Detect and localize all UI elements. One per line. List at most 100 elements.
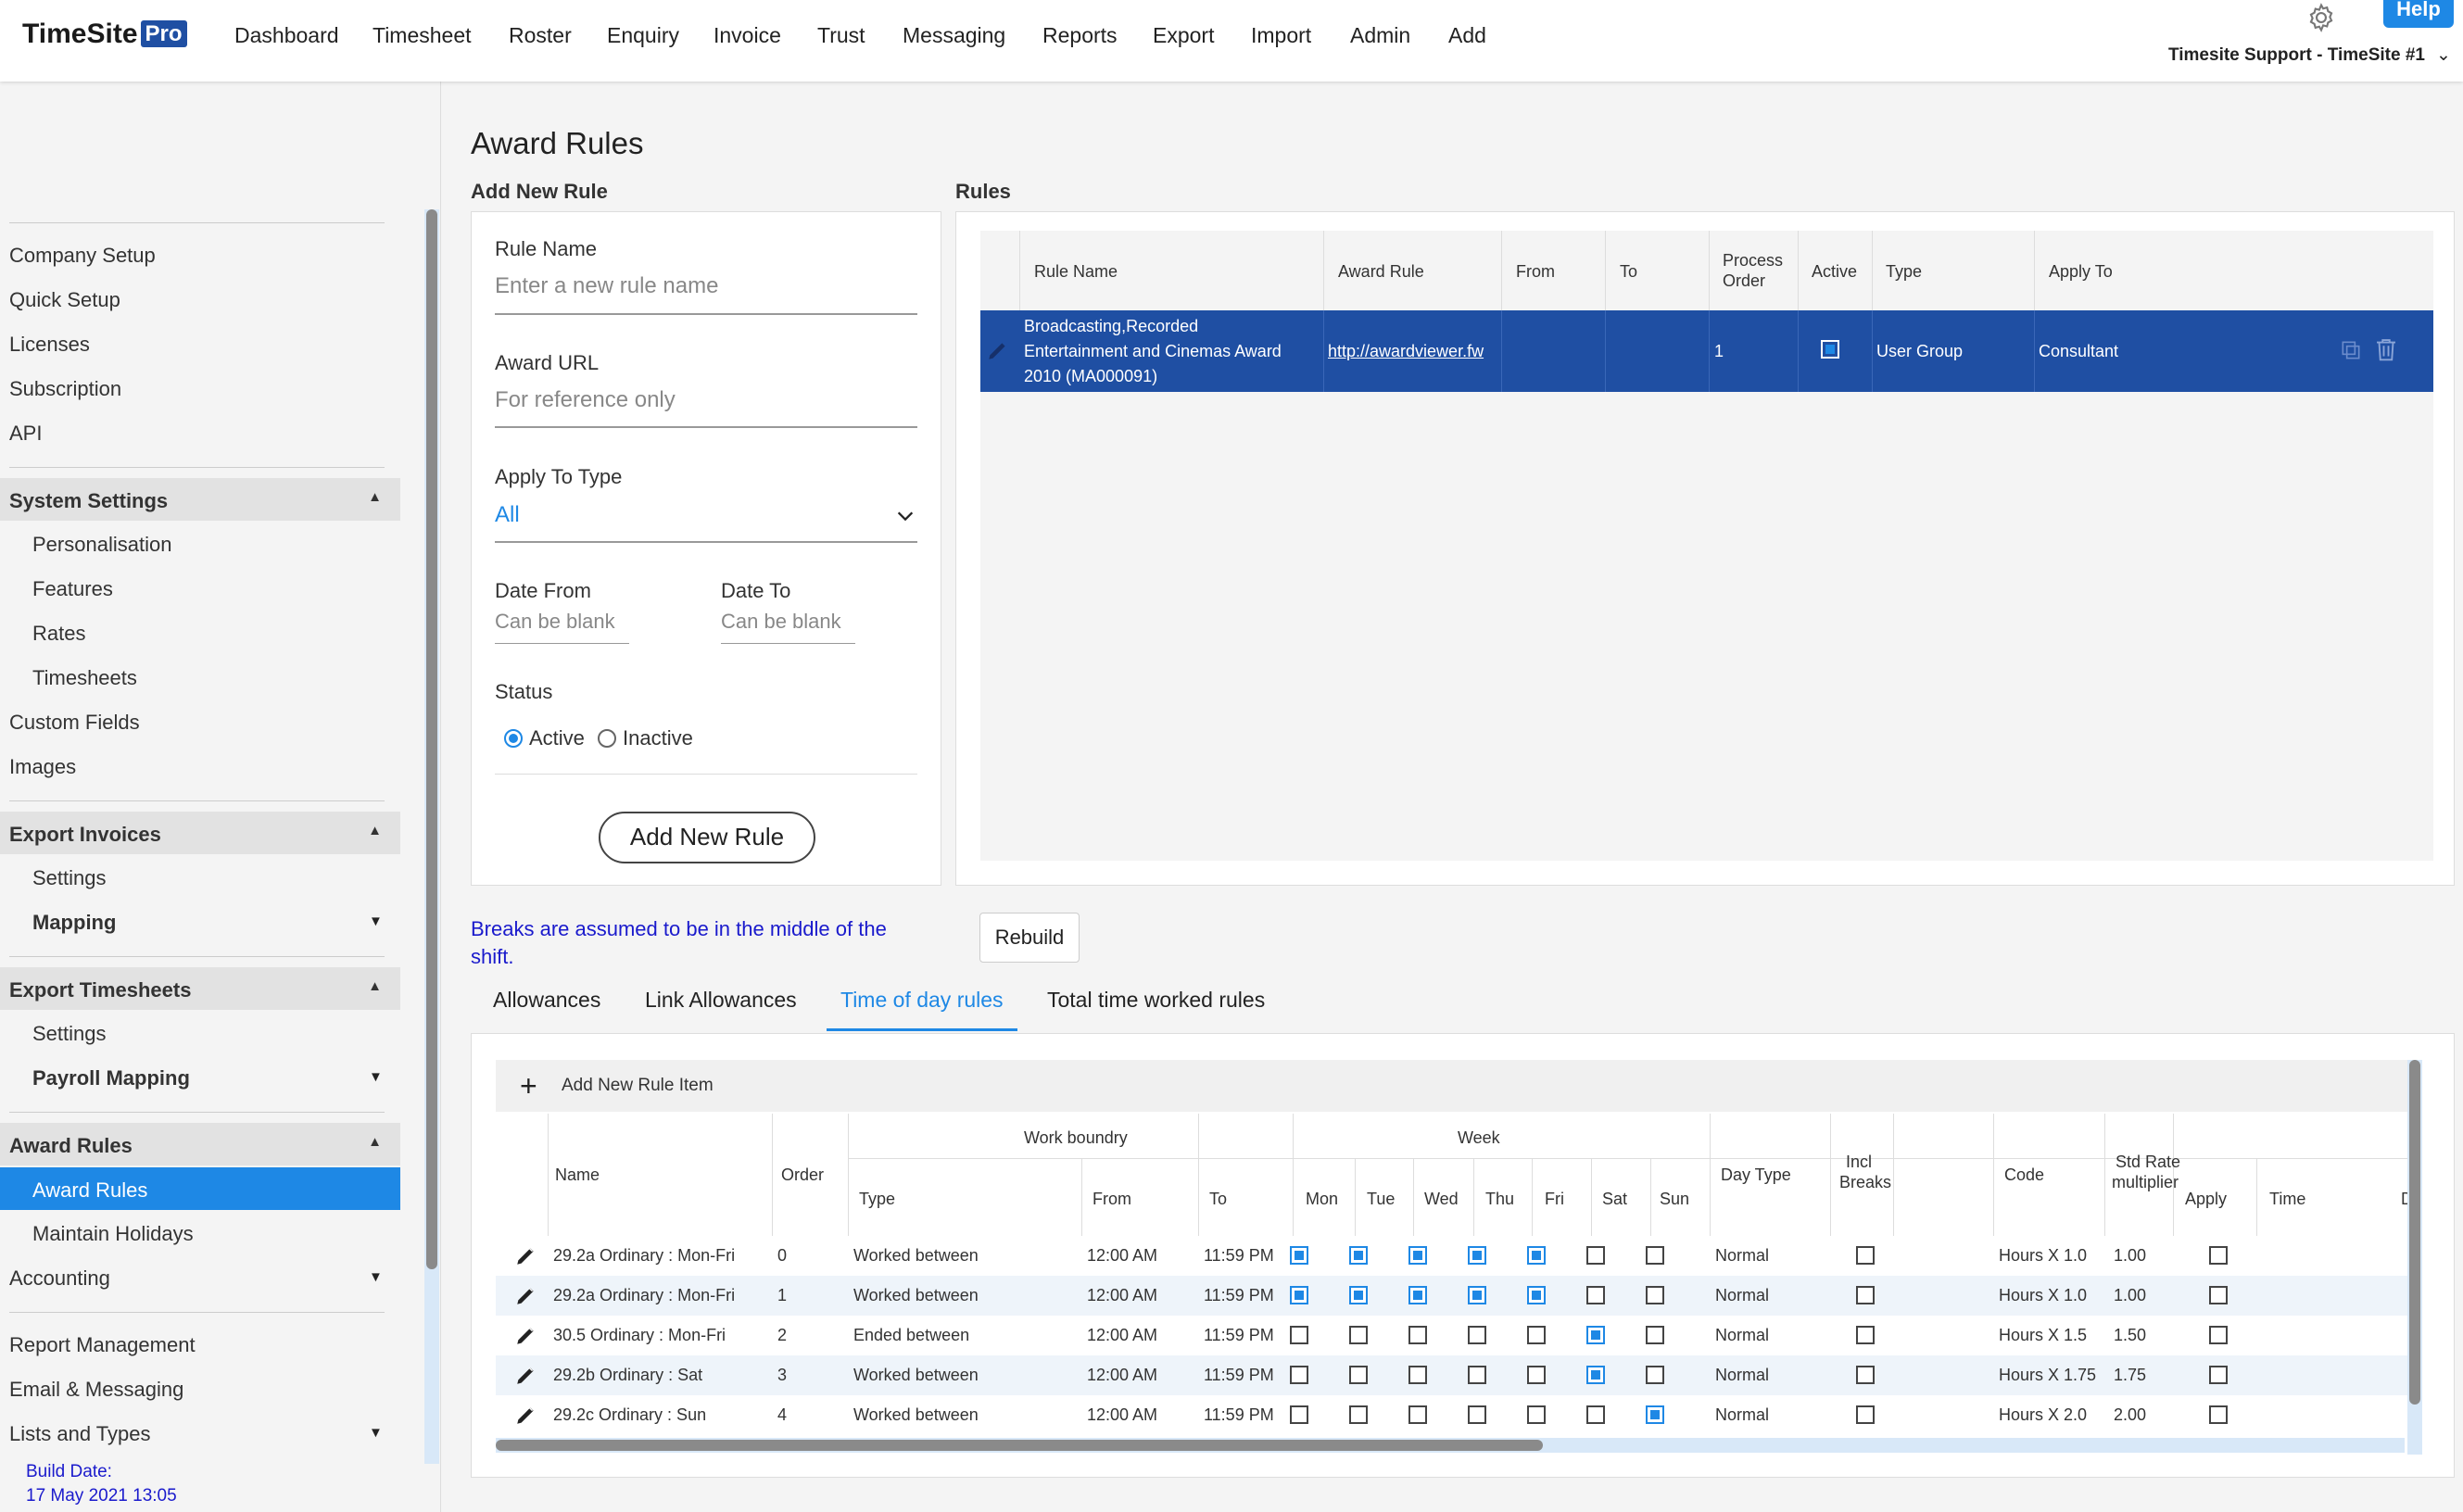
incl-breaks-checkbox[interactable]	[1856, 1286, 1875, 1304]
day-checkbox-thu[interactable]	[1468, 1246, 1486, 1265]
sidebar-item-features[interactable]: Features	[32, 577, 113, 601]
apply-checkbox[interactable]	[2209, 1246, 2228, 1265]
pencil-icon[interactable]	[986, 338, 1010, 362]
active-checkbox[interactable]	[1821, 340, 1839, 359]
sidebar-item-mapping[interactable]: Mapping	[32, 911, 116, 935]
active-radio[interactable]	[504, 729, 523, 748]
help-button[interactable]: Help	[2383, 0, 2454, 28]
day-checkbox-fri[interactable]	[1527, 1366, 1546, 1384]
col-type[interactable]: Type	[859, 1190, 895, 1209]
col-fri[interactable]: Fri	[1545, 1190, 1564, 1209]
logo[interactable]: TimeSite Pro	[22, 19, 187, 50]
day-checkbox-sat[interactable]	[1586, 1405, 1605, 1424]
day-checkbox-sat[interactable]	[1586, 1326, 1605, 1344]
date-from-input[interactable]: Can be blank	[495, 610, 615, 634]
col-wed[interactable]: Wed	[1424, 1190, 1459, 1209]
sidebar-item-api[interactable]: API	[9, 422, 42, 446]
apply-checkbox[interactable]	[2209, 1326, 2228, 1344]
sidebar-item-timesheet-settings[interactable]: Settings	[32, 1022, 107, 1046]
sidebar-item-images[interactable]: Images	[9, 755, 76, 779]
nav-timesheet[interactable]: Timesheet	[373, 23, 472, 48]
caret-down-icon[interactable]: ▼	[369, 1425, 383, 1441]
nav-invoice[interactable]: Invoice	[714, 23, 781, 48]
sidebar-item-invoice-settings[interactable]: Settings	[32, 866, 107, 890]
sidebar-item-rates[interactable]: Rates	[32, 622, 85, 646]
col-type[interactable]: Type	[1886, 262, 1922, 282]
nav-reports[interactable]: Reports	[1042, 23, 1118, 48]
day-checkbox-sun[interactable]	[1646, 1405, 1664, 1424]
col-rule-name[interactable]: Rule Name	[1034, 262, 1118, 282]
col-from[interactable]: From	[1516, 262, 1555, 282]
day-checkbox-thu[interactable]	[1468, 1366, 1486, 1384]
day-checkbox-mon[interactable]	[1290, 1405, 1308, 1424]
apply-checkbox[interactable]	[2209, 1366, 2228, 1384]
pencil-icon[interactable]	[514, 1323, 538, 1347]
day-checkbox-sat[interactable]	[1586, 1246, 1605, 1265]
sidebar-item-maintain-holidays[interactable]: Maintain Holidays	[32, 1222, 194, 1246]
col-active[interactable]: Active	[1812, 262, 1857, 282]
rule-name-input[interactable]: Enter a new rule name	[495, 273, 718, 299]
day-checkbox-fri[interactable]	[1527, 1286, 1546, 1304]
sidebar-item-accounting[interactable]: Accounting	[9, 1266, 110, 1291]
day-checkbox-tue[interactable]	[1349, 1366, 1368, 1384]
col-from[interactable]: From	[1093, 1190, 1131, 1209]
add-new-rule-button[interactable]: Add New Rule	[599, 812, 815, 863]
col-day-type[interactable]: Day Type	[1721, 1166, 1791, 1185]
pencil-icon[interactable]	[514, 1403, 538, 1427]
apply-checkbox[interactable]	[2209, 1405, 2228, 1424]
nav-messaging[interactable]: Messaging	[903, 23, 1005, 48]
col-order[interactable]: Order	[781, 1166, 824, 1185]
nav-import[interactable]: Import	[1251, 23, 1311, 48]
day-checkbox-wed[interactable]	[1408, 1246, 1427, 1265]
incl-breaks-checkbox[interactable]	[1856, 1246, 1875, 1265]
add-rule-item-button[interactable]: Add New Rule Item	[562, 1076, 714, 1096]
col-name[interactable]: Name	[555, 1166, 600, 1185]
horizontal-scrollbar-thumb[interactable]	[496, 1440, 1543, 1451]
sidebar-item-custom-fields[interactable]: Custom Fields	[9, 711, 140, 735]
col-code[interactable]: Code	[2004, 1166, 2044, 1185]
day-checkbox-mon[interactable]	[1290, 1366, 1308, 1384]
col-apply-to[interactable]: Apply To	[2049, 262, 2113, 282]
sidebar-item-award-rules[interactable]: Award Rules	[0, 1167, 400, 1210]
day-checkbox-wed[interactable]	[1408, 1366, 1427, 1384]
day-checkbox-tue[interactable]	[1349, 1286, 1368, 1304]
tab-allowances[interactable]: Allowances	[493, 988, 600, 1013]
caret-down-icon[interactable]: ▼	[369, 914, 383, 929]
col-award-rule[interactable]: Award Rule	[1338, 262, 1424, 282]
day-checkbox-sun[interactable]	[1646, 1246, 1664, 1265]
incl-breaks-checkbox[interactable]	[1856, 1326, 1875, 1344]
col-incl-breaks[interactable]: Incl	[1846, 1153, 1872, 1172]
sidebar-item-subscription[interactable]: Subscription	[9, 377, 121, 401]
col-std-rate[interactable]: Std Rate	[2116, 1153, 2180, 1172]
sidebar-group-system-settings[interactable]: System Settings ▲	[0, 478, 400, 521]
pencil-icon[interactable]	[514, 1243, 538, 1267]
day-checkbox-tue[interactable]	[1349, 1246, 1368, 1265]
col-sun[interactable]: Sun	[1660, 1190, 1689, 1209]
sidebar-scrollbar-thumb[interactable]	[426, 209, 437, 1269]
date-to-input[interactable]: Can be blank	[721, 610, 841, 634]
sidebar-item-company-setup[interactable]: Company Setup	[9, 244, 156, 268]
pencil-icon[interactable]	[514, 1283, 538, 1307]
col-apply[interactable]: Apply	[2185, 1190, 2227, 1209]
col-tue[interactable]: Tue	[1367, 1190, 1395, 1209]
trash-icon[interactable]	[2372, 335, 2400, 363]
nav-trust[interactable]: Trust	[817, 23, 865, 48]
col-mon[interactable]: Mon	[1306, 1190, 1338, 1209]
sidebar-group-export-invoices[interactable]: Export Invoices ▲	[0, 812, 400, 854]
day-checkbox-fri[interactable]	[1527, 1405, 1546, 1424]
sidebar-item-report-management[interactable]: Report Management	[9, 1333, 196, 1357]
day-checkbox-tue[interactable]	[1349, 1405, 1368, 1424]
caret-down-icon[interactable]: ▼	[369, 1069, 383, 1085]
apply-checkbox[interactable]	[2209, 1286, 2228, 1304]
nav-add[interactable]: Add	[1448, 23, 1486, 48]
day-checkbox-fri[interactable]	[1527, 1246, 1546, 1265]
rebuild-button[interactable]: Rebuild	[979, 913, 1080, 963]
tab-total-time-worked-rules[interactable]: Total time worked rules	[1047, 988, 1265, 1013]
day-checkbox-wed[interactable]	[1408, 1405, 1427, 1424]
chevron-down-icon[interactable]	[895, 506, 916, 526]
sidebar-item-lists-types[interactable]: Lists and Types	[9, 1422, 150, 1446]
day-checkbox-mon[interactable]	[1290, 1326, 1308, 1344]
day-checkbox-sat[interactable]	[1586, 1366, 1605, 1384]
col-to[interactable]: To	[1620, 262, 1637, 282]
pencil-icon[interactable]	[514, 1363, 538, 1387]
